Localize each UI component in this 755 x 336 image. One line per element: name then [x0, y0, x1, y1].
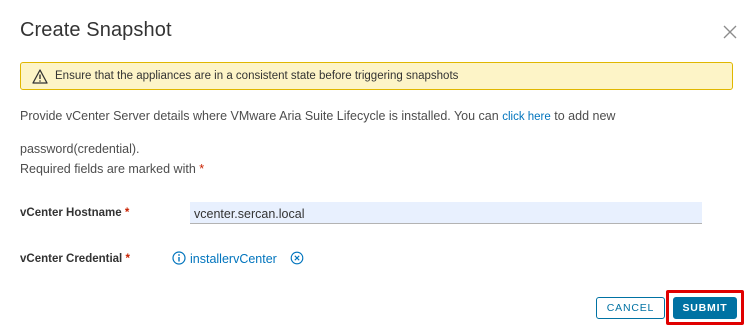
submit-button[interactable]: SUBMIT — [673, 297, 737, 319]
info-icon[interactable] — [172, 251, 186, 265]
hostname-label: vCenter Hostname * — [20, 207, 129, 219]
cancel-button[interactable]: CANCEL — [596, 297, 665, 319]
description-text: Provide vCenter Server details where VMw… — [20, 108, 720, 126]
clear-circle-icon[interactable] — [290, 251, 304, 265]
hostname-input[interactable] — [190, 202, 702, 224]
hostname-label-text: vCenter Hostname — [20, 207, 122, 219]
required-note-text: Required fields are marked with — [20, 162, 196, 176]
close-icon[interactable] — [720, 22, 740, 42]
warning-text: Ensure that the appliances are in a cons… — [55, 70, 459, 82]
warning-banner: Ensure that the appliances are in a cons… — [20, 62, 733, 90]
credential-value[interactable]: installervCenter — [190, 252, 277, 266]
click-here-link[interactable]: click here — [502, 111, 551, 123]
description-prefix: Provide vCenter Server details where VMw… — [20, 109, 499, 123]
credential-required-marker: * — [125, 253, 130, 265]
credential-label-text: vCenter Credential — [20, 253, 123, 265]
create-snapshot-dialog: Create Snapshot Ensure that the applianc… — [0, 0, 755, 336]
dialog-title: Create Snapshot — [20, 19, 172, 41]
warning-icon — [32, 69, 48, 84]
required-marker: * — [199, 162, 205, 176]
hostname-required-marker: * — [124, 207, 130, 219]
required-note: Required fields are marked with * — [20, 162, 204, 176]
description-line2: password(credential). — [20, 142, 140, 156]
description-suffix: to add new — [554, 109, 616, 123]
credential-label: vCenter Credential * — [20, 253, 130, 265]
